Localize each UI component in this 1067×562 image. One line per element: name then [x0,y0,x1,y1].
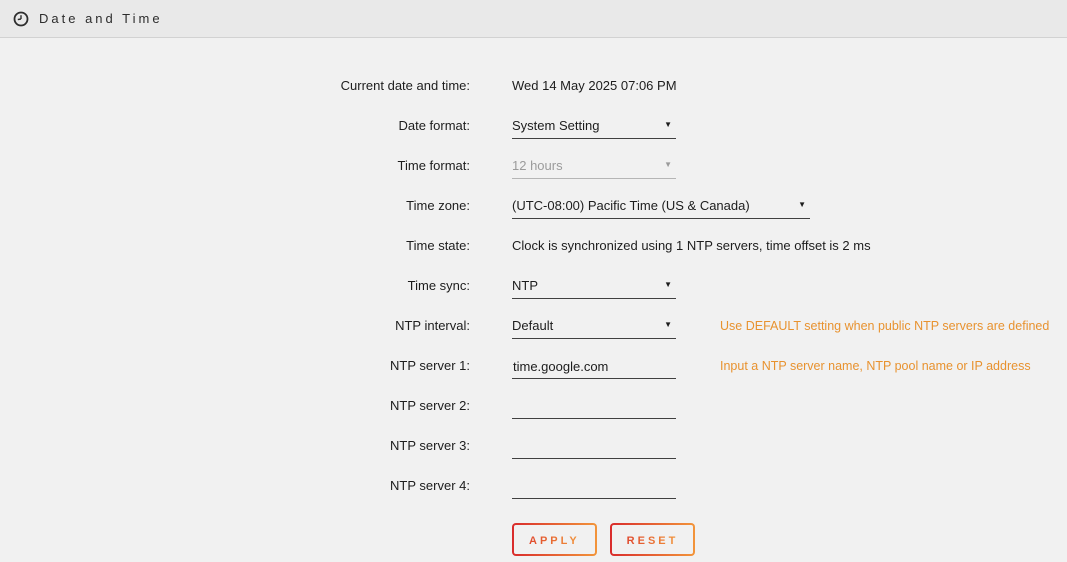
form-row-ntp-server-4: NTP server 4: [0,471,1067,511]
reset-button[interactable]: RESET [610,523,696,556]
time-zone-selected-value: (UTC-08:00) Pacific Time (US & Canada) [512,198,750,214]
ntp-interval-select[interactable]: Default ▼ [512,318,676,339]
time-sync-label: Time sync: [0,278,470,294]
date-format-label: Date format: [0,118,470,134]
date-format-select[interactable]: System Setting ▼ [512,118,676,139]
date-time-form: Current date and time: Wed 14 May 2025 0… [0,38,1067,556]
button-row: APPLY RESET [512,523,1067,556]
form-row-current-date: Current date and time: Wed 14 May 2025 0… [0,71,1067,111]
apply-button[interactable]: APPLY [512,523,597,556]
form-row-ntp-interval: NTP interval: Default ▼ Use DEFAULT sett… [0,311,1067,351]
time-format-selected-value: 12 hours [512,158,563,174]
ntp-interval-hint: Use DEFAULT setting when public NTP serv… [720,318,1049,334]
dropdown-arrow-icon: ▼ [798,198,810,212]
page-title: Date and Time [39,11,163,26]
current-date-value: Wed 14 May 2025 07:06 PM [512,78,677,94]
time-sync-selected-value: NTP [512,278,538,294]
ntp-server-2-input[interactable] [512,398,676,419]
current-date-label: Current date and time: [0,78,470,94]
apply-button-label: APPLY [529,535,580,547]
dropdown-arrow-icon: ▼ [664,318,676,332]
ntp-interval-selected-value: Default [512,318,553,334]
ntp-interval-label: NTP interval: [0,318,470,334]
ntp-server-4-label: NTP server 4: [0,478,470,494]
form-row-ntp-server-2: NTP server 2: [0,391,1067,431]
dropdown-arrow-icon: ▼ [664,278,676,292]
ntp-server-1-label: NTP server 1: [0,358,470,374]
page-header: Date and Time [0,0,1067,38]
form-row-time-sync: Time sync: NTP ▼ [0,271,1067,311]
time-state-label: Time state: [0,238,470,254]
form-row-time-format: Time format: 12 hours ▼ [0,151,1067,191]
ntp-server-4-input[interactable] [512,478,676,499]
date-format-selected-value: System Setting [512,118,599,134]
dropdown-arrow-icon: ▼ [664,118,676,132]
ntp-server-3-label: NTP server 3: [0,438,470,454]
form-row-ntp-server-1: NTP server 1: Input a NTP server name, N… [0,351,1067,391]
time-zone-label: Time zone: [0,198,470,214]
form-row-time-state: Time state: Clock is synchronized using … [0,231,1067,271]
time-zone-select[interactable]: (UTC-08:00) Pacific Time (US & Canada) ▼ [512,198,810,219]
form-row-time-zone: Time zone: (UTC-08:00) Pacific Time (US … [0,191,1067,231]
ntp-server-1-input[interactable] [512,358,676,379]
ntp-server-2-label: NTP server 2: [0,398,470,414]
clock-icon [13,11,29,27]
ntp-server-1-hint: Input a NTP server name, NTP pool name o… [720,358,1031,374]
time-format-label: Time format: [0,158,470,174]
time-format-select: 12 hours ▼ [512,158,676,179]
ntp-server-3-input[interactable] [512,438,676,459]
form-row-ntp-server-3: NTP server 3: [0,431,1067,471]
form-row-date-format: Date format: System Setting ▼ [0,111,1067,151]
dropdown-arrow-icon: ▼ [664,158,676,172]
time-sync-select[interactable]: NTP ▼ [512,278,676,299]
reset-button-label: RESET [627,535,679,547]
time-state-value: Clock is synchronized using 1 NTP server… [512,238,871,254]
